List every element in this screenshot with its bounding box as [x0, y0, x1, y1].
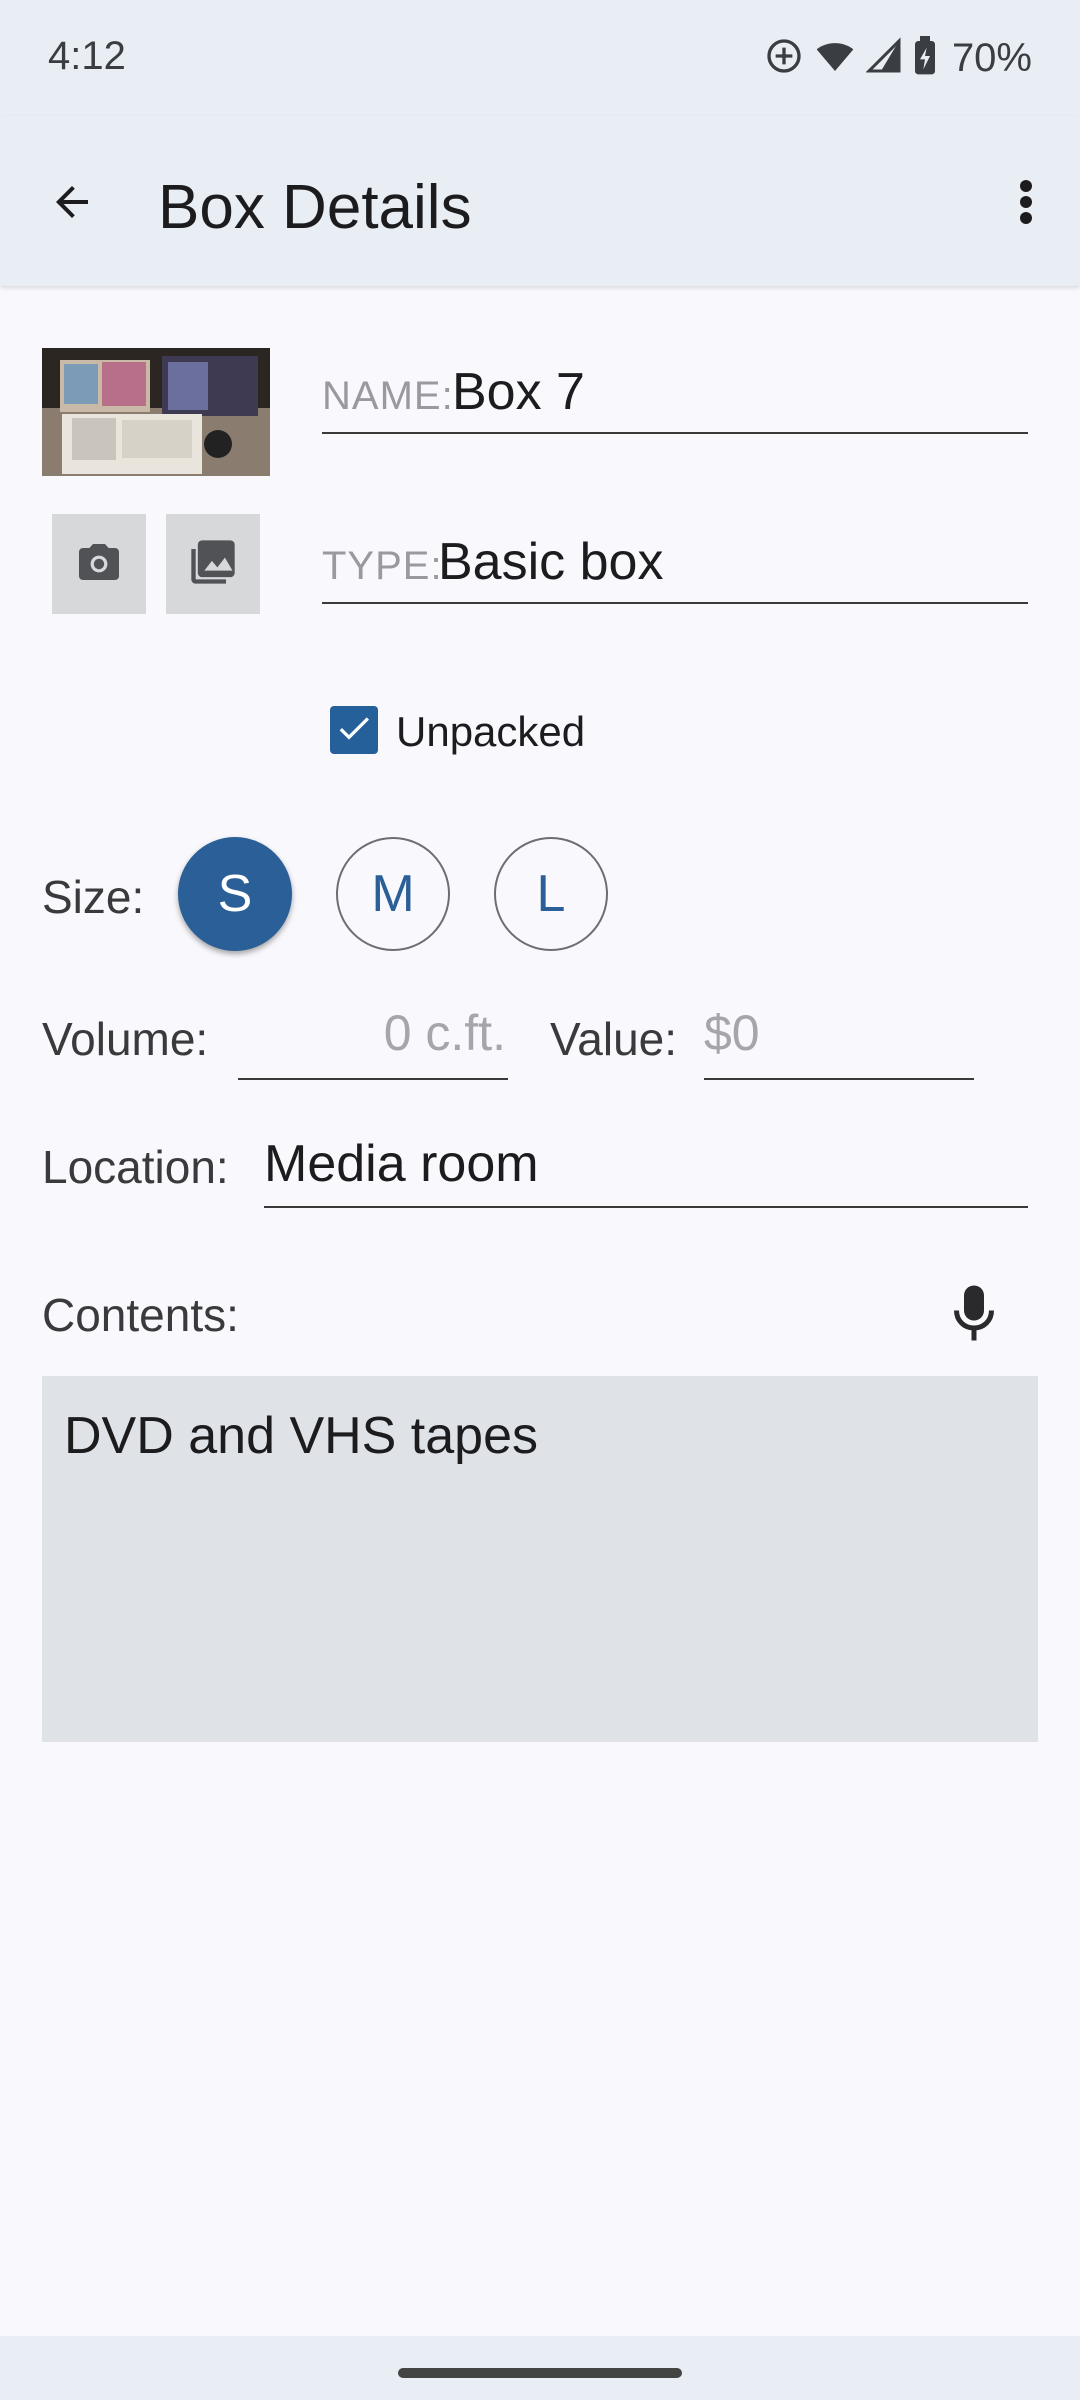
voice-input-button[interactable]: [946, 1280, 1002, 1350]
gallery-button[interactable]: [166, 514, 260, 614]
value-underline: [704, 1078, 974, 1080]
volume-label: Volume:: [42, 1013, 209, 1065]
battery-charging-icon: [912, 35, 938, 81]
battery-percent: 70%: [951, 35, 1032, 80]
size-small-button[interactable]: S: [178, 837, 292, 951]
back-button[interactable]: [36, 168, 108, 240]
status-time: 4:12: [48, 34, 126, 78]
name-input[interactable]: Box 7: [452, 362, 585, 422]
contents-textarea[interactable]: DVD and VHS tapes: [42, 1376, 1038, 1742]
size-label: Size:: [42, 871, 145, 923]
page-title: Box Details: [158, 173, 472, 242]
name-label: NAME:: [322, 374, 454, 418]
more-options-button[interactable]: [994, 168, 1058, 240]
value-input[interactable]: $0: [704, 1004, 972, 1062]
camera-icon: [75, 538, 123, 591]
location-input[interactable]: Media room: [264, 1134, 539, 1194]
type-label: TYPE:: [322, 544, 443, 588]
arrow-back-icon: [48, 178, 96, 231]
type-underline: [322, 602, 1028, 604]
home-gesture-handle[interactable]: [398, 2368, 682, 2378]
cell-signal-icon: [865, 36, 902, 81]
microphone-icon: [952, 1283, 996, 1348]
contents-label: Contents:: [42, 1289, 239, 1341]
unpacked-checkbox[interactable]: [330, 706, 378, 754]
volume-input[interactable]: 0 c.ft.: [238, 1004, 506, 1062]
size-large-button[interactable]: L: [494, 837, 608, 951]
app-bar: Box Details: [0, 116, 1080, 286]
camera-button[interactable]: [52, 514, 146, 614]
volume-placeholder: 0 c.ft.: [383, 1005, 506, 1061]
size-medium-button[interactable]: M: [336, 837, 450, 951]
navigation-bar: [0, 2336, 1080, 2400]
more-vert-icon: [1018, 178, 1034, 231]
check-icon: [334, 708, 374, 753]
type-dropdown[interactable]: Basic box: [438, 532, 663, 592]
volume-underline: [238, 1078, 508, 1080]
status-icons: 70%: [764, 30, 1032, 86]
location-underline: [264, 1206, 1028, 1208]
box-photo-thumbnail[interactable]: [42, 348, 270, 476]
value-label: Value:: [550, 1013, 678, 1065]
wifi-icon: [814, 36, 856, 81]
name-underline: [322, 432, 1028, 434]
status-bar: 4:12 70%: [0, 0, 1080, 116]
location-label: Location:: [42, 1141, 229, 1193]
value-placeholder: $0: [704, 1005, 760, 1061]
unpacked-label: Unpacked: [396, 708, 586, 755]
gallery-icon: [187, 536, 239, 593]
sync-status-icon: [764, 36, 804, 81]
